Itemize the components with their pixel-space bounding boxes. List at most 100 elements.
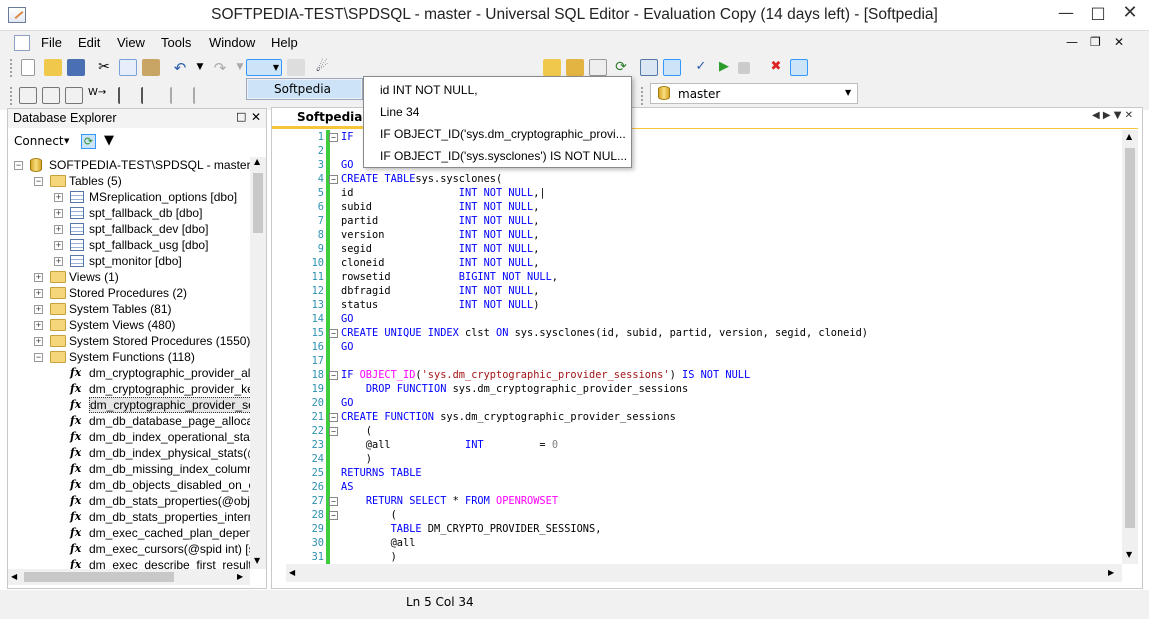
fold-icon[interactable]: − bbox=[329, 133, 338, 142]
refresh-icon[interactable]: ⟳ bbox=[612, 59, 630, 76]
execute-icon[interactable]: ▶ bbox=[715, 59, 733, 76]
fold-icon[interactable]: − bbox=[329, 497, 338, 506]
fold-icon[interactable]: − bbox=[329, 175, 338, 184]
tree-item[interactable]: + MSreplication_options [dbo] bbox=[8, 189, 250, 205]
document-icon[interactable] bbox=[14, 35, 30, 51]
indent-icon[interactable] bbox=[118, 87, 136, 104]
menu-tools[interactable]: Tools bbox=[161, 35, 191, 50]
tree-item[interactable]: + Stored Procedures (2) bbox=[8, 285, 250, 301]
collapse-icon[interactable]: − bbox=[34, 177, 43, 186]
code-line[interactable]: 17 bbox=[290, 354, 1122, 368]
sort-icon[interactable] bbox=[65, 87, 83, 104]
code-line[interactable]: 16 GO bbox=[290, 340, 1122, 354]
editor-vertical-scrollbar[interactable]: ▲ ▼ bbox=[1122, 130, 1138, 564]
tab-list-icon[interactable]: ▼ bbox=[1114, 110, 1122, 121]
tree-item[interactable]: fx dm_db_missing_index_columr bbox=[8, 461, 250, 477]
close-panel-icon[interactable]: ✕ bbox=[251, 110, 261, 124]
scroll-up-icon[interactable]: ▲ bbox=[1126, 132, 1132, 141]
toggle-results-icon[interactable] bbox=[663, 59, 681, 76]
scroll-left-icon[interactable]: ◀ bbox=[289, 568, 295, 577]
popup-item[interactable]: Line 34 bbox=[380, 105, 419, 119]
stop-icon[interactable] bbox=[738, 62, 750, 74]
expand-icon[interactable]: + bbox=[54, 193, 63, 202]
undo-dropdown-icon[interactable]: ▼ bbox=[191, 62, 209, 79]
popup-item[interactable]: IF OBJECT_ID('sys.dm_cryptographic_provi… bbox=[380, 127, 626, 141]
tree-item[interactable]: fx dm_cryptographic_provider_al bbox=[8, 365, 250, 381]
expand-icon[interactable]: + bbox=[34, 321, 43, 330]
fold-icon[interactable]: − bbox=[329, 413, 338, 422]
expand-icon[interactable]: + bbox=[34, 305, 43, 314]
code-line[interactable]: 8 version INT NOT NULL, bbox=[290, 228, 1122, 242]
refresh-icon[interactable]: ⟳ bbox=[81, 134, 96, 149]
menu-window[interactable]: Window bbox=[209, 35, 255, 50]
expand-icon[interactable]: + bbox=[34, 289, 43, 298]
connection-select[interactable]: master ▼ bbox=[650, 83, 858, 104]
format-icon[interactable] bbox=[19, 87, 37, 104]
code-line[interactable]: 11 rowsetid BIGINT NOT NULL, bbox=[290, 270, 1122, 284]
code-line[interactable]: 7 partid INT NOT NULL, bbox=[290, 214, 1122, 228]
editor-horizontal-scrollbar[interactable]: ◀ ▶ bbox=[286, 564, 1122, 582]
scroll-left-icon[interactable]: ◀ bbox=[11, 572, 17, 581]
layout-icon[interactable] bbox=[790, 59, 808, 76]
code-line[interactable]: 4− CREATE TABLEsys.sysclones( bbox=[290, 172, 1122, 186]
tree-item[interactable]: fx dm_exec_describe_first_result bbox=[8, 557, 250, 569]
code-line[interactable]: 9 segid INT NOT NULL, bbox=[290, 242, 1122, 256]
expand-icon[interactable]: + bbox=[54, 225, 63, 234]
code-line[interactable]: 10 cloneid INT NOT NULL, bbox=[290, 256, 1122, 270]
tree-horizontal-scrollbar[interactable]: ◀ ▶ bbox=[8, 569, 250, 585]
tree-item[interactable]: + spt_fallback_db [dbo] bbox=[8, 205, 250, 221]
paste-icon[interactable] bbox=[142, 59, 160, 76]
open-icon[interactable] bbox=[44, 59, 62, 76]
code-line[interactable]: 14 GO bbox=[290, 312, 1122, 326]
comment-icon[interactable] bbox=[170, 87, 188, 104]
tree-item[interactable]: fx dm_db_stats_properties_intern bbox=[8, 509, 250, 525]
scroll-down-icon[interactable]: ▼ bbox=[254, 556, 260, 565]
code-line[interactable]: 19 DROP FUNCTION sys.dm_cryptographic_pr… bbox=[290, 382, 1122, 396]
code-editor[interactable]: 1− IF 2 3 GO 4− CREATE TABLEsys.sysclones(5 id … bbox=[290, 130, 1122, 564]
code-line[interactable]: 21− CREATE FUNCTION sys.dm_cryptographic_… bbox=[290, 410, 1122, 424]
code-line[interactable]: 22− ( bbox=[290, 424, 1122, 438]
tree-item[interactable]: + spt_fallback_dev [dbo] bbox=[8, 221, 250, 237]
object-icon[interactable] bbox=[543, 59, 561, 76]
menu-file[interactable]: File bbox=[41, 35, 62, 50]
collapse-icon[interactable]: − bbox=[34, 353, 43, 362]
menu-view[interactable]: View bbox=[117, 35, 145, 50]
fold-icon[interactable]: − bbox=[329, 511, 338, 520]
popup-item[interactable]: id INT NOT NULL, bbox=[380, 83, 478, 97]
code-line[interactable]: 15− CREATE UNIQUE INDEX clst ON sys.syscl… bbox=[290, 326, 1122, 340]
code-line[interactable]: 25 RETURNS TABLE bbox=[290, 466, 1122, 480]
save-icon[interactable] bbox=[67, 59, 85, 76]
fold-icon[interactable]: − bbox=[329, 371, 338, 380]
results-icon[interactable] bbox=[640, 59, 658, 76]
tree-item[interactable]: + System Stored Procedures (1550) bbox=[8, 333, 250, 349]
tree-item[interactable]: + spt_fallback_usg [dbo] bbox=[8, 237, 250, 253]
tree-vertical-scrollbar[interactable]: ▲ ▼ bbox=[250, 157, 266, 569]
scroll-right-icon[interactable]: ▶ bbox=[1108, 568, 1114, 577]
undo-icon[interactable]: ↶ bbox=[171, 59, 189, 77]
code-line[interactable]: 13 status INT NOT NULL) bbox=[290, 298, 1122, 312]
tree-item[interactable]: fx dm_db_objects_disabled_on_c bbox=[8, 477, 250, 493]
folder-open-icon[interactable] bbox=[566, 59, 584, 76]
tree-item[interactable]: fx dm_db_stats_properties(@obje bbox=[8, 493, 250, 509]
expand-icon[interactable]: + bbox=[34, 273, 43, 282]
tree-item[interactable]: + System Tables (81) bbox=[8, 301, 250, 317]
word-wrap-icon[interactable]: W→ bbox=[88, 87, 106, 104]
code-line[interactable]: 29 TABLE DM_CRYPTO_PROVIDER_SESSIONS, bbox=[290, 522, 1122, 536]
tree-item[interactable]: − Tables (5) bbox=[8, 173, 250, 189]
code-line[interactable]: 31 ) bbox=[290, 550, 1122, 564]
scroll-thumb[interactable] bbox=[24, 572, 174, 582]
tree-item[interactable]: fx dm_db_index_physical_stats(@ bbox=[8, 445, 250, 461]
redo-icon[interactable]: ↷ bbox=[211, 59, 229, 77]
format-selection-icon[interactable] bbox=[42, 87, 60, 104]
tree-item[interactable]: fx dm_cryptographic_provider_ke bbox=[8, 381, 250, 397]
tree-item[interactable]: fx dm_exec_cursors(@spid int) [s bbox=[8, 541, 250, 557]
scroll-thumb[interactable] bbox=[1125, 148, 1135, 528]
uncomment-icon[interactable] bbox=[193, 87, 211, 104]
chevron-down-icon[interactable]: ▼ bbox=[64, 137, 69, 145]
fold-icon[interactable]: − bbox=[329, 329, 338, 338]
outdent-icon[interactable] bbox=[141, 87, 159, 104]
new-icon[interactable] bbox=[21, 59, 35, 76]
tree-item[interactable]: fx dm_cryptographic_provider_se bbox=[8, 397, 250, 413]
grid-icon[interactable] bbox=[589, 59, 607, 76]
expand-icon[interactable]: + bbox=[54, 209, 63, 218]
